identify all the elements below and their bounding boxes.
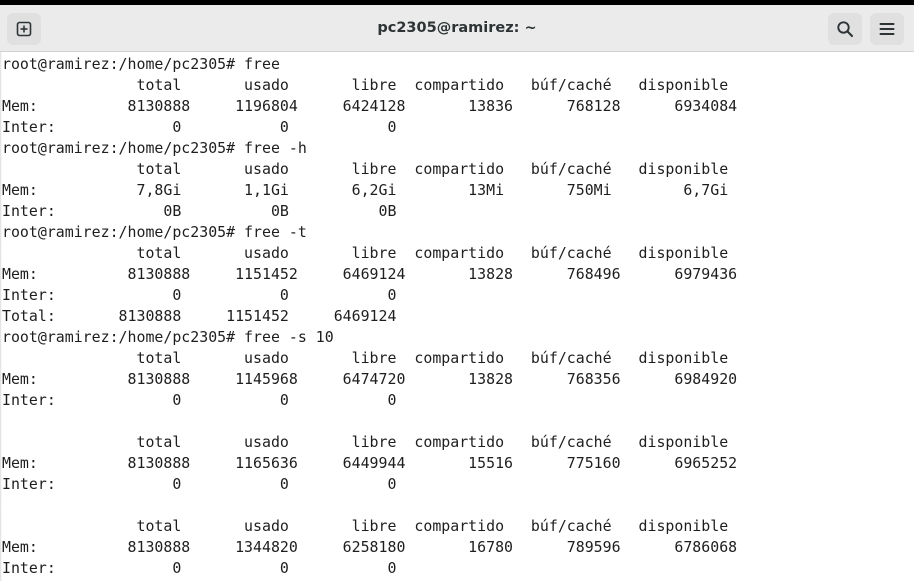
header-bar: pc2305@ramirez: ~ <box>0 5 914 52</box>
terminal-line: total usado libre compartido búf/caché d… <box>2 244 729 262</box>
terminal-line: root@ramirez:/home/pc2305# free -t <box>2 223 307 241</box>
hamburger-menu-icon <box>879 23 895 35</box>
new-tab-icon <box>16 21 32 37</box>
search-button[interactable] <box>828 13 862 45</box>
terminal-line: total usado libre compartido búf/caché d… <box>2 517 729 535</box>
menu-button[interactable] <box>870 13 904 45</box>
terminal-line: total usado libre compartido búf/caché d… <box>2 160 729 178</box>
new-tab-button[interactable] <box>7 13 41 45</box>
terminal-line: root@ramirez:/home/pc2305# free -s 10 <box>2 328 334 346</box>
left-edge-shadow <box>0 52 2 581</box>
window-title: pc2305@ramirez: ~ <box>377 20 537 36</box>
terminal-line: Inter: 0B 0B 0B <box>2 202 397 220</box>
terminal-line: Total: 8130888 1151452 6469124 <box>2 307 397 325</box>
terminal-line: total usado libre compartido búf/caché d… <box>2 76 729 94</box>
terminal-line: Inter: 0 0 0 <box>2 286 397 304</box>
terminal-line: Mem: 8130888 1196804 6424128 13836 76812… <box>2 97 738 115</box>
terminal-output[interactable]: root@ramirez:/home/pc2305# free total us… <box>0 52 914 581</box>
terminal-line: root@ramirez:/home/pc2305# free <box>2 55 280 73</box>
terminal-line: Mem: 8130888 1145968 6474720 13828 76835… <box>2 370 738 388</box>
terminal-line: Inter: 0 0 0 <box>2 118 397 136</box>
terminal-line: Inter: 0 0 0 <box>2 475 397 493</box>
terminal-line: Mem: 8130888 1165636 6449944 15516 77516… <box>2 454 738 472</box>
terminal-line: Mem: 8130888 1151452 6469124 13828 76849… <box>2 265 738 283</box>
terminal-line: total usado libre compartido búf/caché d… <box>2 433 729 451</box>
search-icon <box>837 21 854 38</box>
terminal-line: Mem: 7,8Gi 1,1Gi 6,2Gi 13Mi 750Mi 6,7Gi <box>2 181 729 199</box>
terminal-line: root@ramirez:/home/pc2305# free -h <box>2 139 307 157</box>
terminal-line: Inter: 0 0 0 <box>2 391 397 409</box>
terminal-line: total usado libre compartido búf/caché d… <box>2 349 729 367</box>
terminal-line: Inter: 0 0 0 <box>2 559 397 577</box>
terminal-window: pc2305@ramirez: ~ root@ramirez:/home/pc2… <box>0 0 914 581</box>
terminal-line: Mem: 8130888 1344820 6258180 16780 78959… <box>2 538 738 556</box>
